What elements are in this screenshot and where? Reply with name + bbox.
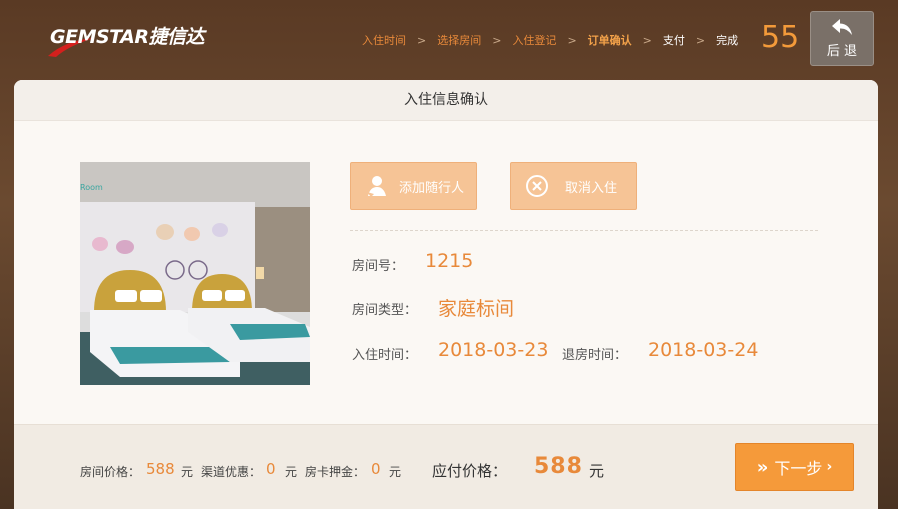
room-price-label: 房间价格：	[80, 465, 141, 479]
chevron-right-icon: ›	[826, 459, 833, 475]
header-bar: GEMSTAR捷信达 入住时间 > 选择房间 > 入住登记 > 订单确认 > 支…	[0, 0, 898, 80]
next-step-button[interactable]: » 下一步 ›	[735, 443, 854, 491]
step-separator: >	[567, 33, 577, 47]
amount-due-value: 588	[534, 454, 583, 479]
card-deposit-value: 0	[371, 460, 381, 478]
add-companion-button[interactable]: 添加随行人	[350, 162, 477, 210]
room-photo-image: Room	[80, 162, 310, 385]
confirm-panel: 入住信息确认 Room 添加随行人 取消入住 房间号： 1215 房间类型： 家…	[14, 80, 878, 509]
cancel-checkin-label: 取消入住	[565, 180, 618, 196]
add-companion-label: 添加随行人	[399, 180, 465, 196]
amount-due-label: 应付价格：	[432, 462, 508, 480]
channel-discount-value: 0	[266, 460, 276, 478]
room-number-value: 1215	[425, 250, 474, 272]
amount-due-unit: 元	[589, 462, 605, 480]
card-deposit-label: 房卡押金：	[305, 465, 366, 479]
photo-watermark: Room	[80, 183, 103, 192]
checkin-time-label: 入住时间：	[352, 348, 418, 363]
back-arrow-icon	[832, 19, 852, 35]
card-deposit-unit: 元	[389, 465, 402, 479]
progress-steps: 入住时间 > 选择房间 > 入住登记 > 订单确认 > 支付 > 完成	[362, 31, 738, 49]
step-complete: 完成	[716, 34, 739, 47]
step-separator: >	[642, 33, 652, 47]
step-checkin-time: 入住时间	[362, 34, 406, 47]
step-payment: 支付	[662, 34, 685, 47]
room-price-value: 588	[146, 460, 175, 478]
back-button[interactable]: 后 退	[810, 11, 874, 66]
price-footer: 房间价格： 588 元 渠道优惠： 0 元 房卡押金： 0 元 应付价格： 58…	[14, 424, 878, 509]
checkin-time-value: 2018-03-23	[438, 339, 549, 361]
room-price-unit: 元	[181, 465, 194, 479]
room-photo: Room	[80, 162, 310, 385]
person-add-icon	[367, 176, 386, 197]
brand-logo-text: GEMSTAR捷信达	[50, 26, 205, 48]
info-divider	[350, 230, 818, 231]
back-button-label: 后 退	[826, 44, 858, 59]
step-registration: 入住登记	[512, 34, 557, 47]
step-select-room: 选择房间	[437, 34, 482, 47]
channel-discount-unit: 元	[285, 465, 298, 479]
panel-title: 入住信息确认	[14, 80, 878, 121]
room-type-value: 家庭标间	[438, 298, 515, 320]
next-step-label: 下一步	[774, 459, 823, 478]
room-number-label: 房间号：	[352, 259, 405, 274]
step-separator: >	[417, 33, 427, 47]
room-type-label: 房间类型：	[352, 303, 418, 318]
double-chevron-right-icon: »	[756, 456, 769, 478]
channel-discount-label: 渠道优惠：	[201, 465, 262, 479]
step-separator: >	[492, 33, 502, 47]
cancel-checkin-button[interactable]: 取消入住	[510, 162, 637, 210]
step-order-confirm: 订单确认	[587, 34, 632, 47]
countdown-timer: 55	[761, 20, 800, 55]
brand-logo: GEMSTAR捷信达	[46, 22, 205, 58]
step-separator: >	[695, 33, 706, 47]
circle-x-icon	[526, 175, 548, 197]
checkout-time-label: 退房时间：	[562, 348, 628, 363]
checkout-time-value: 2018-03-24	[648, 339, 759, 361]
